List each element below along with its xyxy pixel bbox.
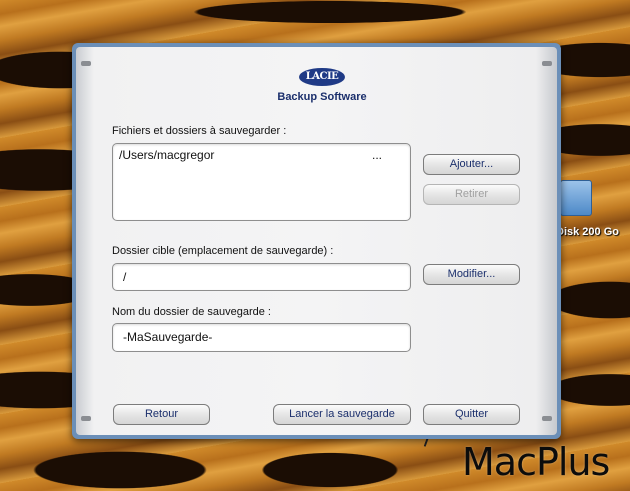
desktop-disk-label: Disk 200 Go [556, 226, 619, 238]
source-more-indicator: ... [372, 148, 383, 162]
start-backup-button[interactable]: Lancer la sauvegarde [273, 404, 411, 425]
sources-label: Fichiers et dossiers à sauvegarder : [112, 125, 287, 137]
modify-button[interactable]: Modifier... [423, 264, 520, 285]
watermark-logo: MacPlus [462, 440, 610, 484]
backup-name-label: Nom du dossier de sauvegarde : [112, 306, 271, 318]
sources-list[interactable]: /Users/macgregor ... [112, 143, 411, 221]
product-title: Backup Software [277, 91, 367, 103]
remove-button[interactable]: Retirer [423, 184, 520, 205]
lacie-logo: LACIE [299, 68, 345, 86]
desktop-disk-icon[interactable] [560, 180, 592, 216]
back-button[interactable]: Retour [113, 404, 210, 425]
panel-corner-handle [542, 416, 552, 421]
list-item[interactable]: /Users/macgregor ... [119, 148, 404, 164]
quit-button[interactable]: Quitter [423, 404, 520, 425]
panel-corner-handle [81, 61, 91, 66]
source-path: /Users/macgregor [119, 148, 215, 162]
backup-dialog: LACIE Backup Software Fichiers et dossie… [72, 43, 561, 439]
panel-corner-handle [542, 61, 552, 66]
backup-name-field[interactable]: -MaSauvegarde- [112, 323, 411, 352]
dialog-panel: LACIE Backup Software Fichiers et dossie… [76, 47, 557, 435]
target-path-field[interactable]: / [112, 263, 411, 291]
add-button[interactable]: Ajouter... [423, 154, 520, 175]
panel-corner-handle [81, 416, 91, 421]
target-label: Dossier cible (emplacement de sauvegarde… [112, 245, 334, 257]
